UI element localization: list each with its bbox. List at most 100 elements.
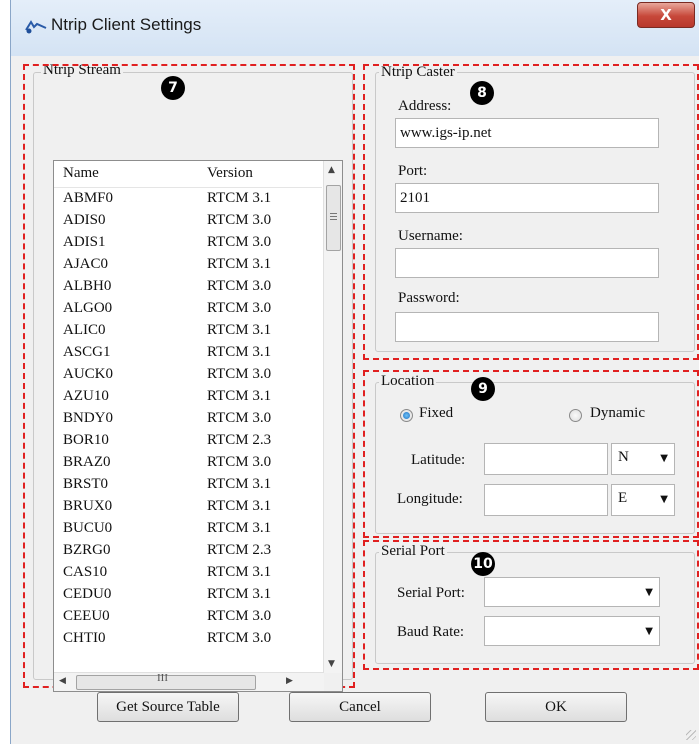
serial-port-select[interactable]: ▼ [484,577,660,607]
list-item[interactable]: BUCU0 RTCM 3.1 [54,519,322,540]
column-header-name[interactable]: Name [63,165,99,182]
list-item[interactable]: ADIS0 RTCM 3.0 [54,211,322,232]
list-item[interactable]: BRUX0 RTCM 3.1 [54,497,322,518]
stream-version: RTCM 3.1 [207,586,272,602]
location-badge: 9 [471,377,495,401]
cancel-button[interactable]: Cancel [289,692,431,722]
list-header: Name Version [54,161,322,188]
stream-version: RTCM 3.1 [207,498,272,514]
stream-name: ASCG1 [63,344,111,360]
vertical-scroll-thumb[interactable] [326,185,341,251]
baud-rate-select[interactable]: ▼ [484,616,660,646]
longitude-hemisphere-value: E [618,490,628,506]
list-item[interactable]: ALIC0 RTCM 3.1 [54,321,322,342]
stream-version: RTCM 3.0 [207,454,272,470]
stream-version: RTCM 3.1 [207,256,272,272]
stream-version: RTCM 3.0 [207,212,272,228]
latitude-hemisphere-select[interactable]: N ▼ [611,443,675,475]
column-header-version[interactable]: Version [207,165,253,182]
stream-name: BRUX0 [63,498,113,514]
stream-name: BOR10 [63,432,109,448]
horizontal-scroll-thumb[interactable]: III [76,672,256,690]
scroll-down-icon[interactable]: ▼ [328,659,335,669]
stream-version: RTCM 3.1 [207,322,272,338]
baud-rate-label: Baud Rate: [397,624,465,640]
longitude-field[interactable] [484,484,608,516]
scroll-grip-icon: III [157,672,168,684]
list-item[interactable]: ALBH0 RTCM 3.0 [54,277,322,298]
resize-grip[interactable] [686,730,696,740]
list-item[interactable]: CEEU0 RTCM 3.0 [54,607,322,628]
stream-version: RTCM 3.1 [207,520,272,536]
list-item[interactable]: BZRG0 RTCM 2.3 [54,541,322,562]
list-item[interactable]: ASCG1 RTCM 3.1 [54,343,322,364]
serial-port-label: Serial Port: [397,585,465,601]
stream-name: AUCK0 [63,366,114,382]
close-button[interactable]: X [637,2,695,28]
longitude-hemisphere-select[interactable]: E ▼ [611,484,675,516]
list-item[interactable]: CAS10 RTCM 3.1 [54,563,322,584]
stream-name: CHTI0 [63,630,106,646]
title-bar[interactable]: Ntrip Client Settings X [11,0,699,56]
stream-list[interactable]: Name Version ABMF0 RTCM 3.1 ADIS0 RTCM 3.0 A… [53,160,343,692]
chevron-down-icon: ▼ [645,587,653,598]
get-source-table-button[interactable]: Get Source Table [97,692,239,722]
list-item[interactable]: AJAC0 RTCM 3.1 [54,255,322,276]
password-label: Password: [398,290,460,306]
dynamic-label[interactable]: Dynamic [590,405,645,422]
stream-version: RTCM 3.1 [207,344,272,360]
username-field[interactable] [395,248,659,278]
latitude-field[interactable] [484,443,608,475]
list-item[interactable]: CHTI0 RTCM 3.0 [54,629,322,650]
address-label: Address: [398,98,452,114]
list-item[interactable]: BRAZ0 RTCM 3.0 [54,453,322,474]
stream-version: RTCM 3.0 [207,300,272,316]
ok-button[interactable]: OK [485,692,627,722]
stream-name: BZRG0 [63,542,111,558]
list-item[interactable]: BOR10 RTCM 2.3 [54,431,322,452]
dialog-content: Ntrip Stream 7 Name Version ABMF0 RTCM 3.… [11,56,699,744]
list-item[interactable]: BNDY0 RTCM 3.0 [54,409,322,430]
stream-name: CEDU0 [63,586,112,602]
stream-name: ABMF0 [63,190,114,206]
list-item[interactable]: CEDU0 RTCM 3.1 [54,585,322,606]
chevron-down-icon: ▼ [645,626,653,637]
port-field[interactable]: 2101 [395,183,659,213]
latitude-hemisphere-value: N [618,449,629,465]
dynamic-radio[interactable] [569,409,582,422]
stream-version: RTCM 3.0 [207,366,272,382]
stream-version: RTCM 3.1 [207,388,272,404]
ntrip-stream-legend: Ntrip Stream [41,62,123,79]
window-title: Ntrip Client Settings [51,15,202,34]
fixed-radio[interactable] [400,409,413,422]
port-label: Port: [398,163,428,179]
longitude-label: Longitude: [397,491,463,507]
stream-name: ALGO0 [63,300,113,316]
scroll-up-icon[interactable]: ▲ [328,165,335,175]
stream-version: RTCM 3.0 [207,608,272,624]
list-item[interactable]: ADIS1 RTCM 3.0 [54,233,322,254]
stream-version: RTCM 3.0 [207,410,272,426]
stream-name: AJAC0 [63,256,109,272]
stream-name: CAS10 [63,564,108,580]
list-item[interactable]: ABMF0 RTCM 3.1 [54,189,322,210]
horizontal-scrollbar[interactable]: ◀ III ▶ [54,672,324,691]
scroll-left-icon[interactable]: ◀ [59,676,66,686]
stream-name: ALBH0 [63,278,112,294]
vertical-scrollbar[interactable]: ▲ ▼ [323,161,342,673]
stream-version: RTCM 2.3 [207,432,272,448]
password-field[interactable] [395,312,659,342]
address-field[interactable]: www.igs-ip.net [395,118,659,148]
serial-port-legend: Serial Port [379,543,447,560]
list-item[interactable]: AZU10 RTCM 3.1 [54,387,322,408]
stream-name: ADIS1 [63,234,106,250]
stream-name: CEEU0 [63,608,110,624]
list-item[interactable]: BRST0 RTCM 3.1 [54,475,322,496]
stream-version: RTCM 2.3 [207,542,272,558]
serial-port-group [375,552,695,664]
caster-badge: 8 [470,81,494,105]
fixed-label[interactable]: Fixed [419,405,453,422]
list-item[interactable]: AUCK0 RTCM 3.0 [54,365,322,386]
scroll-right-icon[interactable]: ▶ [286,676,293,686]
list-item[interactable]: ALGO0 RTCM 3.0 [54,299,322,320]
